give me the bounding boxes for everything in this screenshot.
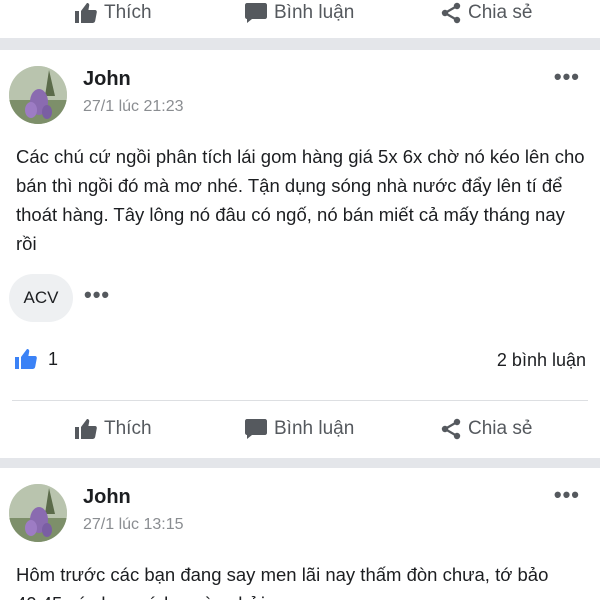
- share-label: Chia sẻ: [468, 2, 533, 23]
- speech-bubble-icon: [245, 3, 267, 23]
- like-button[interactable]: Thích: [74, 2, 152, 24]
- comment-label: Bình luận: [274, 418, 355, 439]
- comment-label: Bình luận: [274, 2, 355, 23]
- post-card: John 27/1 lúc 21:23 ••• Các chú cứ ngồi …: [0, 50, 600, 458]
- comment-count[interactable]: 2 bình luận: [497, 350, 586, 371]
- share-label: Chia sẻ: [468, 418, 533, 439]
- comment-button[interactable]: Bình luận: [244, 2, 354, 24]
- thumbs-up-icon: [75, 419, 97, 439]
- avatar[interactable]: [9, 66, 67, 124]
- tag-more-icon[interactable]: •••: [84, 282, 110, 308]
- avatar-image: [9, 66, 67, 124]
- post-card: John 27/1 lúc 13:15 ••• Hôm trước các bạ…: [0, 468, 600, 600]
- thumbs-up-icon: [75, 3, 97, 23]
- more-options-icon[interactable]: •••: [554, 482, 580, 508]
- like-count: 1: [48, 348, 59, 369]
- divider: [12, 400, 588, 401]
- like-label: Thích: [104, 2, 152, 23]
- post-text: Các chú cứ ngồi phân tích lái gom hàng g…: [16, 146, 585, 254]
- comment-button[interactable]: Bình luận: [244, 418, 354, 440]
- avatar-image: [9, 484, 67, 542]
- share-icon: [441, 418, 461, 440]
- share-button[interactable]: Chia sẻ: [440, 2, 532, 24]
- stock-tag[interactable]: ACV: [9, 274, 73, 322]
- post-timestamp[interactable]: 27/1 lúc 13:15: [83, 516, 184, 534]
- like-button[interactable]: Thích: [74, 418, 152, 440]
- like-reaction-icon: [15, 349, 37, 369]
- share-icon: [441, 2, 461, 24]
- post-author[interactable]: John: [83, 68, 131, 91]
- avatar[interactable]: [9, 484, 67, 542]
- share-button[interactable]: Chia sẻ: [440, 418, 532, 440]
- speech-bubble-icon: [245, 419, 267, 439]
- post-author[interactable]: John: [83, 486, 131, 509]
- like-summary[interactable]: 1: [14, 348, 58, 370]
- post-timestamp[interactable]: 27/1 lúc 21:23: [83, 98, 184, 116]
- like-label: Thích: [104, 418, 152, 439]
- feed-separator: [0, 38, 600, 50]
- more-options-icon[interactable]: •••: [554, 64, 580, 90]
- feed-separator: [0, 458, 600, 468]
- post-text: Hôm trước các bạn đang say men lãi nay t…: [16, 564, 549, 600]
- post-action-bar-top: Thích Bình luận Chia sẻ: [0, 0, 600, 28]
